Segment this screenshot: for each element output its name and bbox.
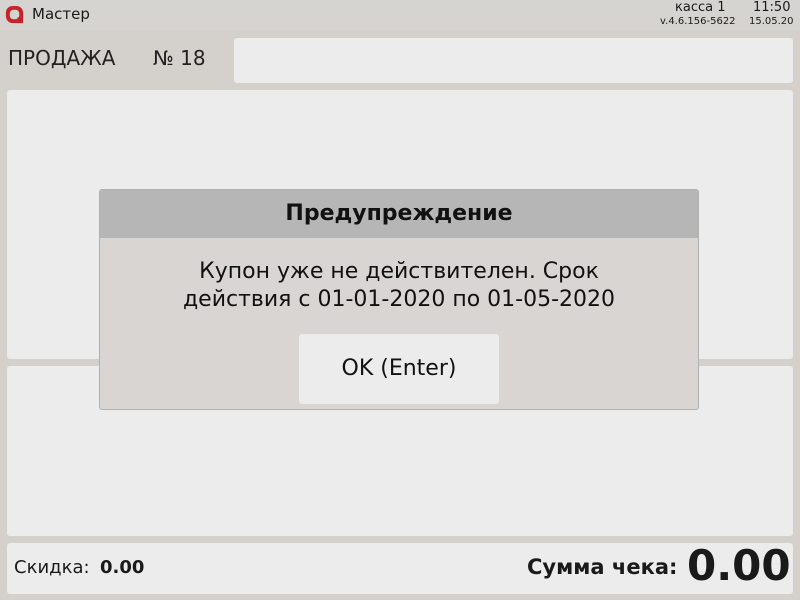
- dialog-message-line: Купон уже не действителен. Срок: [199, 259, 599, 284]
- ok-button[interactable]: OK (Enter): [299, 334, 499, 404]
- version-label: v.4.6.156-5622: [660, 16, 736, 27]
- date-label: 15.05.20: [749, 16, 794, 27]
- info-panel: [234, 38, 793, 83]
- discount-value: 0.00: [100, 557, 145, 578]
- sale-title: ПРОДАЖА: [8, 46, 116, 70]
- dialog-title: Предупреждение: [100, 190, 698, 238]
- warning-dialog: Предупреждение Купон уже не действителен…: [99, 189, 699, 410]
- app-logo-icon: [5, 5, 24, 24]
- footer-bar: Скидка: 0.00 Сумма чека: 0.00: [7, 541, 793, 594]
- app-title: Мастер: [32, 5, 90, 23]
- discount-label: Скидка:: [14, 557, 90, 578]
- receipt-total-label: Сумма чека:: [527, 555, 678, 579]
- dialog-message: Купон уже не действителен. Срок действия…: [100, 258, 698, 314]
- register-label: касса 1: [675, 0, 726, 15]
- dialog-message-line: действия с 01-01-2020 по 01-05-2020: [182, 287, 616, 312]
- clock-time: 11:50: [753, 0, 791, 15]
- sale-number: № 18: [153, 46, 206, 70]
- top-bar: Мастер касса 1 11:50 v.4.6.156-5622 15.0…: [0, 0, 800, 30]
- receipt-total-value: 0.00: [687, 541, 791, 590]
